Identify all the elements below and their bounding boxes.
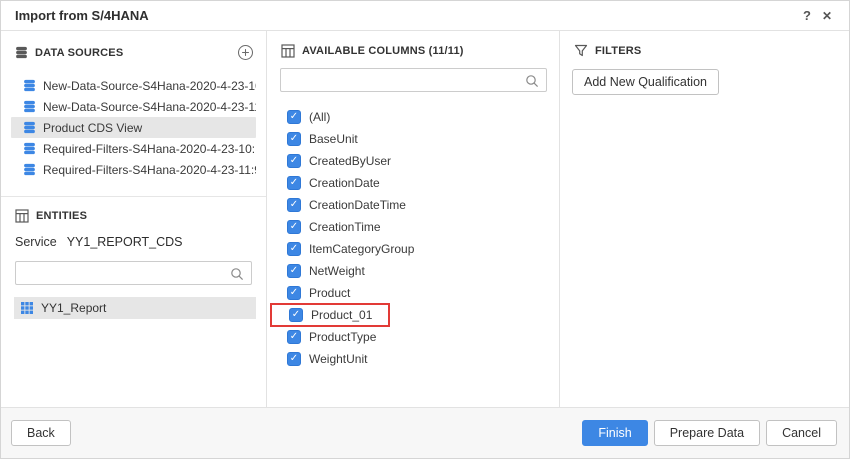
checkbox-checked-icon[interactable] [287, 330, 301, 344]
finish-button[interactable]: Finish [582, 420, 647, 446]
database-icon [23, 163, 36, 176]
service-value: YY1_REPORT_CDS [67, 235, 183, 249]
entities-title: ENTITIES [36, 210, 87, 222]
table-grid-icon [20, 301, 34, 315]
checkbox-checked-icon[interactable] [287, 110, 301, 124]
filters-header: FILTERS [560, 31, 849, 68]
available-columns-header: AVAILABLE COLUMNS (11/11) [267, 31, 559, 68]
checkbox-checked-icon[interactable] [287, 352, 301, 366]
column-list: (All) BaseUnit CreatedByUser CreationDat… [267, 106, 559, 370]
import-dialog: Import from S/4HANA ? ✕ DATA SOURCES [0, 0, 850, 459]
database-icon [15, 46, 28, 59]
search-icon[interactable] [230, 267, 244, 281]
entities-header: ENTITIES [1, 197, 266, 233]
column-item[interactable]: ProductType [267, 326, 559, 348]
database-icon [23, 79, 36, 92]
data-sources-panel: DATA SOURCES [1, 31, 267, 407]
cancel-button[interactable]: Cancel [766, 420, 837, 446]
column-item[interactable]: CreationTime [267, 216, 559, 238]
available-columns-title: AVAILABLE COLUMNS (11/11) [302, 45, 464, 57]
help-icon[interactable]: ? [797, 6, 817, 26]
column-item[interactable]: CreationDateTime [267, 194, 559, 216]
add-new-qualification-button[interactable]: Add New Qualification [572, 69, 719, 95]
checkbox-checked-icon[interactable] [287, 264, 301, 278]
close-icon[interactable]: ✕ [817, 6, 837, 26]
columns-search-input[interactable] [281, 69, 546, 91]
database-icon [23, 121, 36, 134]
column-item[interactable]: (All) [267, 106, 559, 128]
column-item[interactable]: ItemCategoryGroup [267, 238, 559, 260]
column-item[interactable]: CreatedByUser [267, 150, 559, 172]
entities-search-input[interactable] [16, 262, 251, 284]
entity-label: YY1_Report [41, 301, 106, 315]
column-item[interactable]: BaseUnit [267, 128, 559, 150]
entity-item-selected[interactable]: YY1_Report [14, 297, 256, 319]
column-item[interactable]: Product [267, 282, 559, 304]
table-icon [281, 44, 295, 58]
checkbox-checked-icon[interactable] [287, 154, 301, 168]
search-icon[interactable] [525, 74, 539, 88]
checkbox-checked-icon[interactable] [287, 132, 301, 146]
filters-panel: FILTERS Add New Qualification [560, 31, 849, 407]
data-source-list: New-Data-Source-S4Hana-2020-4-23-10:1...… [1, 75, 266, 180]
data-source-item[interactable]: New-Data-Source-S4Hana-2020-4-23-10:1... [11, 75, 256, 96]
service-label: Service [15, 235, 57, 249]
database-icon [23, 100, 36, 113]
column-item[interactable]: NetWeight [267, 260, 559, 282]
add-data-source-icon[interactable] [237, 44, 254, 61]
columns-search [280, 68, 547, 92]
checkbox-checked-icon[interactable] [287, 198, 301, 212]
prepare-data-button[interactable]: Prepare Data [654, 420, 760, 446]
dialog-body: DATA SOURCES [1, 31, 849, 407]
checkbox-checked-icon[interactable] [287, 286, 301, 300]
column-item-highlighted[interactable]: Product_01 [270, 303, 390, 327]
data-source-item-selected[interactable]: Product CDS View [11, 117, 256, 138]
checkbox-checked-icon[interactable] [287, 176, 301, 190]
available-columns-panel: AVAILABLE COLUMNS (11/11) (All) [267, 31, 560, 407]
database-icon [23, 142, 36, 155]
filters-title: FILTERS [595, 45, 641, 57]
column-item[interactable]: WeightUnit [267, 348, 559, 370]
dialog-footer: Back Finish Prepare Data Cancel [1, 407, 849, 458]
entities-search [15, 261, 252, 285]
checkbox-checked-icon[interactable] [287, 220, 301, 234]
data-sources-header: DATA SOURCES [1, 31, 266, 71]
back-button[interactable]: Back [11, 420, 71, 446]
dialog-titlebar: Import from S/4HANA ? ✕ [1, 1, 849, 31]
table-icon [15, 209, 29, 223]
data-source-item[interactable]: Required-Filters-S4Hana-2020-4-23-10:1:3… [11, 138, 256, 159]
data-sources-title: DATA SOURCES [35, 47, 123, 59]
data-source-item[interactable]: New-Data-Source-S4Hana-2020-4-23-11:9:..… [11, 96, 256, 117]
checkbox-checked-icon[interactable] [287, 242, 301, 256]
column-item[interactable]: CreationDate [267, 172, 559, 194]
dialog-title: Import from S/4HANA [15, 8, 149, 23]
filter-funnel-icon [574, 44, 588, 58]
data-source-item[interactable]: Required-Filters-S4Hana-2020-4-23-11:9:4… [11, 159, 256, 180]
checkbox-checked-icon[interactable] [289, 308, 303, 322]
service-row: Service YY1_REPORT_CDS [1, 233, 266, 249]
